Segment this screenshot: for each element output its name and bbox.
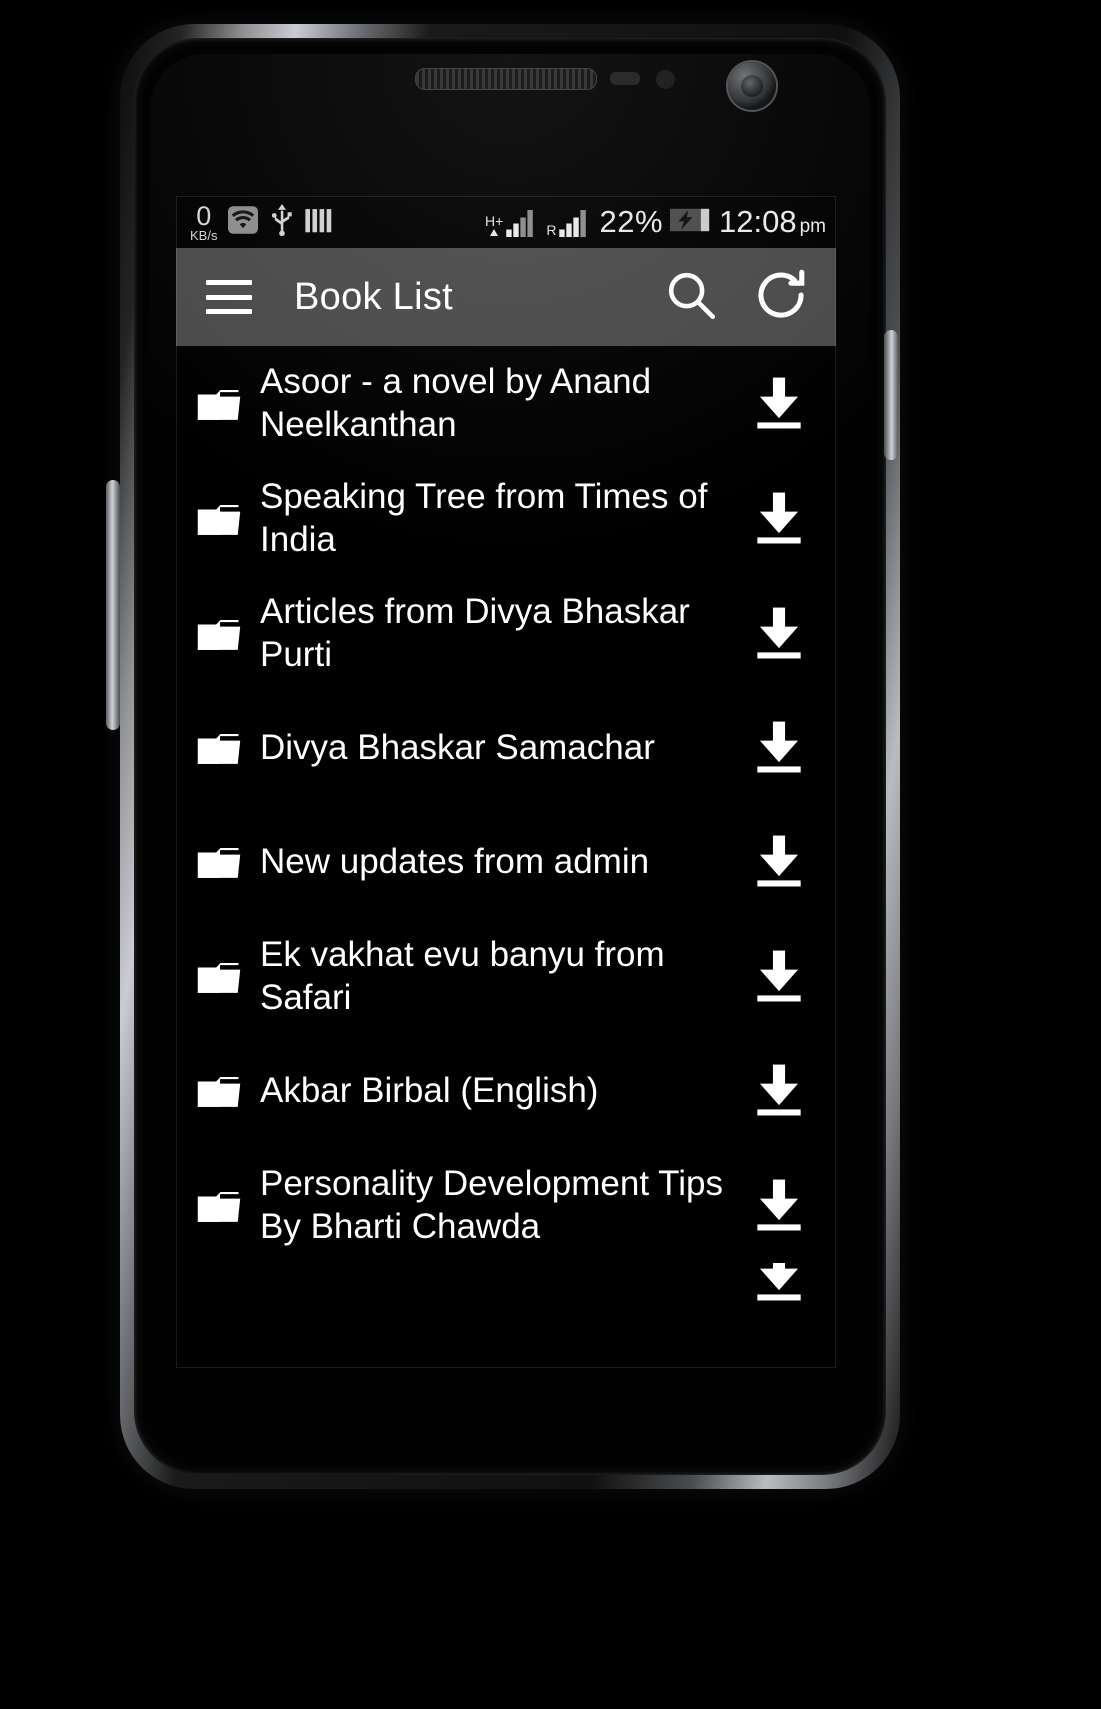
list-item-label: Akbar Birbal (English) xyxy=(260,1070,599,1110)
list-item[interactable]: Asoor - a novel by Anand Neelkanthan xyxy=(176,346,836,461)
list-item[interactable]: Speaking Tree from Times of India xyxy=(176,461,836,576)
search-icon[interactable] xyxy=(662,266,720,329)
list-item-label: Ek vakhat evu banyu from Safari xyxy=(260,934,665,1017)
list-item-label: Speaking Tree from Times of India xyxy=(260,476,708,559)
list-item[interactable]: Akbar Birbal (English) xyxy=(176,1034,836,1148)
list-item[interactable]: New updates from admin xyxy=(176,805,836,919)
battery-charging-icon xyxy=(670,207,712,238)
download-icon[interactable] xyxy=(744,833,814,891)
status-bar: 0 KB/s H+ R 22% 12:08 pm xyxy=(176,196,836,248)
folder-icon xyxy=(190,386,248,422)
clock-time: 12:08 xyxy=(719,204,797,239)
front-camera-lens xyxy=(741,75,763,97)
folder-icon xyxy=(190,1073,248,1109)
folder-icon xyxy=(190,959,248,995)
download-icon[interactable] xyxy=(744,719,814,777)
proximity-sensor xyxy=(610,72,640,85)
network-speed-value: 0 xyxy=(196,200,212,231)
download-icon[interactable] xyxy=(744,490,814,548)
list-item-label: Asoor - a novel by Anand Neelkanthan xyxy=(260,361,652,444)
list-item[interactable]: Divya Bhaskar Samachar xyxy=(176,691,836,805)
folder-icon xyxy=(190,501,248,537)
network-speed-indicator: 0 KB/s xyxy=(190,200,218,243)
clock: 12:08 pm xyxy=(719,204,826,240)
status-bar-right: H+ R 22% 12:08 pm xyxy=(485,204,826,240)
earpiece-speaker xyxy=(415,68,597,90)
folder-icon xyxy=(190,1188,248,1224)
light-sensor xyxy=(656,70,675,89)
app-bar-actions xyxy=(662,266,818,329)
download-icon[interactable] xyxy=(744,1263,814,1305)
download-icon[interactable] xyxy=(744,375,814,433)
sim2-signal-bars-icon xyxy=(559,210,587,237)
phone-screen: 0 KB/s H+ R 22% 12:08 pm Book List Asoor… xyxy=(176,196,836,1368)
app-bar: Book List xyxy=(176,248,836,346)
folder-icon xyxy=(190,730,248,766)
list-item-label: New updates from admin xyxy=(260,841,650,881)
battery-percent-label: 22% xyxy=(599,204,664,239)
sim2-indicator: R xyxy=(546,207,592,237)
signal-bars-icon xyxy=(304,205,334,240)
folder-icon xyxy=(190,844,248,880)
download-icon[interactable] xyxy=(744,948,814,1006)
list-item[interactable]: Ek vakhat evu banyu from Safari xyxy=(176,919,836,1034)
status-bar-left: 0 KB/s xyxy=(190,200,334,243)
list-item-label: Divya Bhaskar Samachar xyxy=(260,727,655,767)
power-button[interactable] xyxy=(884,330,898,460)
volume-button[interactable] xyxy=(106,480,120,730)
clock-meridiem: pm xyxy=(799,216,826,237)
wifi-icon xyxy=(226,205,260,240)
refresh-icon[interactable] xyxy=(752,266,810,329)
sim2-network-label: R xyxy=(546,222,557,238)
usb-icon xyxy=(269,203,295,241)
list-item-partial[interactable] xyxy=(176,1263,836,1315)
list-item-label: Articles from Divya Bhaskar Purti xyxy=(260,591,690,674)
list-item-label: Personality Development Tips By Bharti C… xyxy=(260,1163,723,1246)
download-icon[interactable] xyxy=(744,1177,814,1235)
hamburger-menu-icon[interactable] xyxy=(206,280,252,314)
download-icon[interactable] xyxy=(744,605,814,663)
network-speed-unit: KB/s xyxy=(190,227,218,243)
download-icon[interactable] xyxy=(744,1062,814,1120)
book-list[interactable]: Asoor - a novel by Anand Neelkanthan Spe… xyxy=(176,346,836,1368)
page-title: Book List xyxy=(294,275,454,318)
list-item[interactable]: Personality Development Tips By Bharti C… xyxy=(176,1148,836,1263)
sim1-signal-bars-icon xyxy=(506,210,534,237)
folder-icon xyxy=(190,616,248,652)
screenshot-root: 0 KB/s H+ R 22% 12:08 pm Book List Asoor… xyxy=(0,0,1101,1709)
list-item[interactable]: Articles from Divya Bhaskar Purti xyxy=(176,576,836,691)
sim1-network-label: H+ xyxy=(485,213,504,229)
sim1-indicator: H+ xyxy=(485,207,539,237)
